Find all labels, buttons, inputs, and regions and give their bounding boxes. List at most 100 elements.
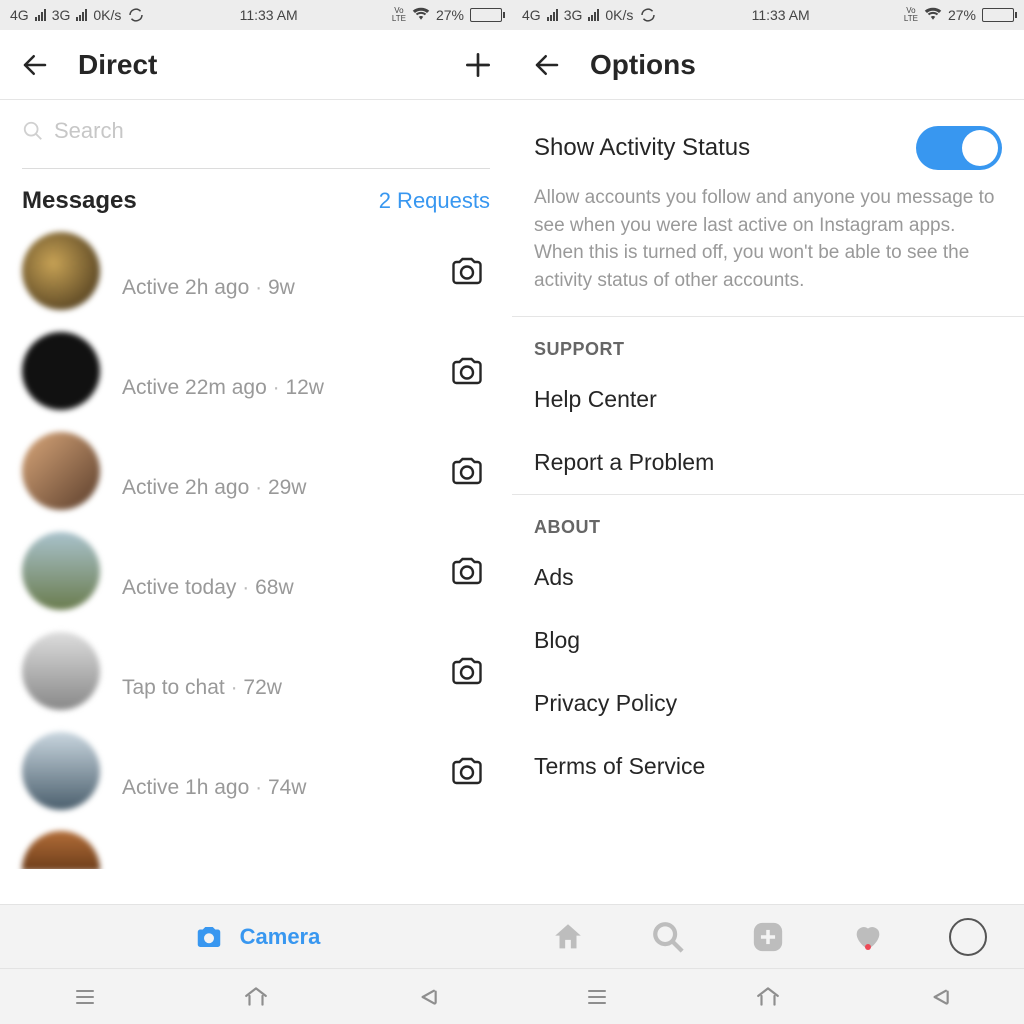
home-outline-icon — [751, 984, 785, 1010]
thread-status: Active 2h ago · 9w — [122, 242, 426, 300]
camera-button[interactable] — [448, 553, 490, 589]
volte-icon: VoLTE — [904, 7, 918, 23]
camera-icon — [448, 753, 486, 789]
thread-row[interactable]: Active today · 68w — [0, 521, 512, 621]
search-placeholder: Search — [54, 118, 124, 144]
wifi-icon — [412, 6, 430, 24]
back-button[interactable] — [20, 50, 50, 80]
tab-home[interactable] — [540, 920, 596, 954]
nav-back[interactable] — [904, 984, 974, 1010]
avatar[interactable] — [22, 831, 100, 869]
avatar[interactable] — [22, 632, 100, 710]
thread-row[interactable]: Active 2h ago · 9w — [0, 221, 512, 321]
camera-button[interactable] — [448, 353, 490, 389]
activity-status-row: Show Activity Status — [512, 102, 1024, 178]
compose-button[interactable] — [462, 49, 494, 81]
back-button[interactable] — [532, 50, 562, 80]
camera-button[interactable] — [448, 253, 490, 289]
thread-status: Active 2h ago · 29w — [122, 442, 426, 500]
volte-icon: VoLTE — [392, 7, 406, 23]
messages-list[interactable]: Active 2h ago · 9w Active 22m ago · 12w … — [0, 221, 512, 904]
camera-button[interactable] — [448, 653, 490, 689]
search-icon — [22, 120, 44, 142]
battery-label: 27% — [436, 7, 464, 23]
network-label-1: 4G — [522, 7, 541, 23]
options-list[interactable]: Show Activity Status Allow accounts you … — [512, 100, 1024, 904]
menu-icon — [582, 985, 612, 1009]
thread-row[interactable]: Tap to chat · 72w — [0, 621, 512, 721]
thread-row[interactable]: Active 22m ago · 12w — [0, 321, 512, 421]
status-bar: 4G 3G 0K/s 11:33 AM VoLTE 27% — [0, 0, 512, 30]
sync-icon — [127, 6, 145, 24]
avatar[interactable] — [22, 732, 100, 810]
signal-icon-1 — [35, 9, 46, 21]
signal-icon-2 — [76, 9, 87, 21]
link-privacy[interactable]: Privacy Policy — [512, 672, 1024, 735]
link-blog[interactable]: Blog — [512, 609, 1024, 672]
app-bar: Direct — [0, 30, 512, 100]
nav-recent[interactable] — [50, 985, 120, 1009]
page-title: Options — [590, 49, 1006, 81]
home-icon — [551, 920, 585, 954]
sync-icon — [639, 6, 657, 24]
back-outline-icon — [922, 984, 956, 1010]
thread-status: Tap to chat · 72w — [122, 642, 426, 700]
android-navbar — [0, 968, 512, 1024]
avatar[interactable] — [22, 232, 100, 310]
arrow-left-icon — [532, 50, 562, 80]
battery-icon — [982, 8, 1014, 22]
camera-icon — [448, 453, 486, 489]
requests-link[interactable]: 2 Requests — [379, 188, 490, 214]
activity-status-toggle[interactable] — [916, 126, 1002, 170]
thread-status: Active today · 68w — [122, 542, 426, 600]
android-navbar — [512, 968, 1024, 1024]
thread-row[interactable]: Active 1h ago · 74w — [0, 721, 512, 821]
network-label-1: 4G — [10, 7, 29, 23]
camera-button[interactable] — [448, 753, 490, 789]
clock: 11:33 AM — [752, 7, 810, 23]
home-outline-icon — [239, 984, 273, 1010]
profile-icon — [949, 918, 987, 956]
tab-profile[interactable] — [940, 918, 996, 956]
section-support: SUPPORT — [512, 317, 1024, 368]
battery-label: 27% — [948, 7, 976, 23]
data-speed: 0K/s — [93, 7, 121, 23]
link-report-problem[interactable]: Report a Problem — [512, 431, 1024, 494]
avatar[interactable] — [22, 532, 100, 610]
thread-row[interactable] — [0, 821, 512, 869]
thread-row[interactable]: Active 2h ago · 29w — [0, 421, 512, 521]
camera-icon — [448, 253, 486, 289]
camera-icon — [448, 553, 486, 589]
link-help-center[interactable]: Help Center — [512, 368, 1024, 431]
data-speed: 0K/s — [605, 7, 633, 23]
signal-icon-2 — [588, 9, 599, 21]
messages-heading: Messages — [22, 187, 379, 215]
activity-status-label: Show Activity Status — [534, 134, 916, 162]
camera-button[interactable] — [448, 453, 490, 489]
link-terms[interactable]: Terms of Service — [512, 735, 1024, 798]
camera-bar[interactable]: Camera — [0, 904, 512, 968]
tab-activity[interactable] — [840, 920, 896, 954]
page-title: Direct — [78, 49, 434, 81]
clock: 11:33 AM — [240, 7, 298, 23]
nav-recent[interactable] — [562, 985, 632, 1009]
activity-dot-icon — [865, 944, 871, 950]
network-label-2: 3G — [52, 7, 71, 23]
tab-search[interactable] — [640, 920, 696, 954]
tab-add[interactable] — [740, 920, 796, 954]
app-bar: Options — [512, 30, 1024, 100]
nav-home[interactable] — [733, 984, 803, 1010]
avatar[interactable] — [22, 332, 100, 410]
signal-icon-1 — [547, 9, 558, 21]
link-ads[interactable]: Ads — [512, 546, 1024, 609]
bottom-tabs — [512, 904, 1024, 968]
plus-icon — [462, 49, 494, 81]
avatar[interactable] — [22, 432, 100, 510]
nav-home[interactable] — [221, 984, 291, 1010]
add-post-icon — [751, 920, 785, 954]
menu-icon — [70, 985, 100, 1009]
nav-back[interactable] — [392, 984, 462, 1010]
wifi-icon — [924, 6, 942, 24]
search-input[interactable]: Search — [22, 118, 490, 169]
screen-options: 4G 3G 0K/s 11:33 AM VoLTE 27% Option — [512, 0, 1024, 1024]
